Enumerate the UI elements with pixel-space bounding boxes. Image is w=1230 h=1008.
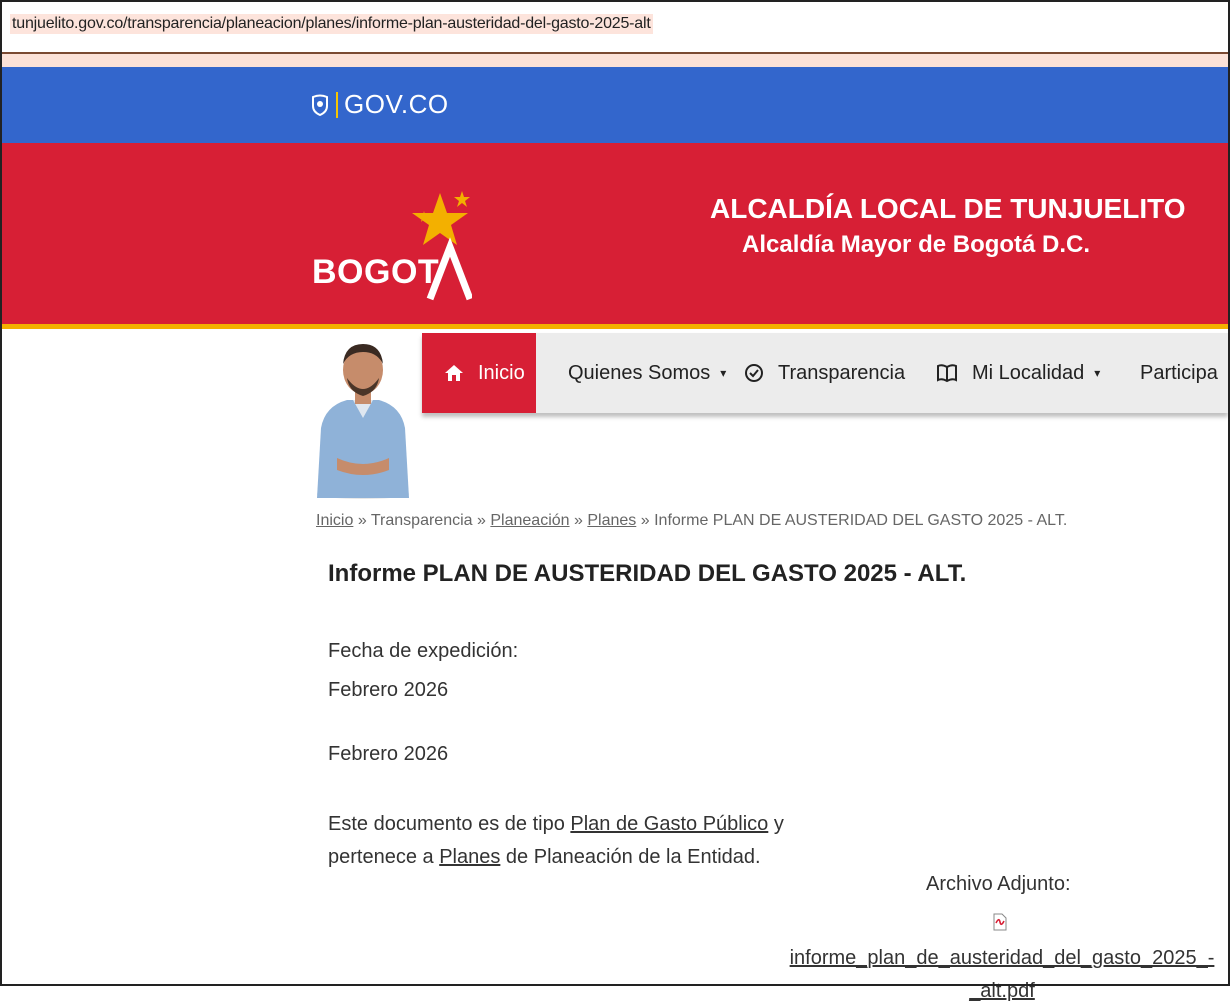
chevron-down-icon: ▾ <box>720 366 727 380</box>
nav-item-participa[interactable]: Participa <box>1140 333 1218 413</box>
breadcrumb-link-inicio[interactable]: Inicio <box>316 512 353 529</box>
breadcrumb-link-planeacion[interactable]: Planeación <box>490 512 569 529</box>
browser-address-bar[interactable]: tunjuelito.gov.co/transparencia/planeaci… <box>2 2 1228 55</box>
nav-label: Participa <box>1140 361 1218 384</box>
breadcrumb-separator: » <box>640 512 650 529</box>
govco-bar: GOV.CO <box>2 54 1228 143</box>
attachment-link-wrapper: informe_plan_de_austeridad_del_gasto_202… <box>786 906 1218 1008</box>
check-circle-icon <box>744 363 764 383</box>
site-subtitle: Alcaldía Mayor de Bogotá D.C. <box>742 231 1091 258</box>
site-title: ALCALDÍA LOCAL DE TUNJUELITO <box>710 193 1186 224</box>
attachment-label: Archivo Adjunto: <box>926 873 1071 895</box>
sign-language-interpreter[interactable] <box>307 338 419 500</box>
url-text[interactable]: tunjuelito.gov.co/transparencia/planeaci… <box>10 14 653 34</box>
bogota-logo[interactable]: BOGOT <box>312 253 439 292</box>
colombia-shield-icon <box>310 94 330 116</box>
header-gold-line <box>2 324 1228 329</box>
nav-item-inicio[interactable]: Inicio <box>422 333 536 413</box>
nav-item-quienes-somos[interactable]: Quienes Somos ▾ <box>568 333 726 413</box>
nav-label: Mi Localidad <box>972 361 1085 384</box>
desc-suffix: de Planeación de la Entidad. <box>505 846 761 868</box>
nav-item-mi-localidad[interactable]: Mi Localidad ▾ <box>936 333 1100 413</box>
breadcrumb: Inicio » Transparencia » Planeación » Pl… <box>316 512 1067 530</box>
home-icon <box>444 364 464 382</box>
book-icon <box>936 363 958 383</box>
page-title: Informe PLAN DE AUSTERIDAD DEL GASTO 202… <box>328 560 967 587</box>
document-description: Este documento es de tipo Plan de Gasto … <box>328 808 798 874</box>
fecha-label: Fecha de expedición: <box>328 640 519 662</box>
govco-top-strip <box>2 54 1228 67</box>
site-header: BOGOT ALCALDÍA LOCAL DE TUNJUELITO Alcal… <box>2 143 1228 329</box>
breadcrumb-link-planes[interactable]: Planes <box>587 512 636 529</box>
nav-item-transparencia[interactable]: Transparencia <box>744 333 905 413</box>
fecha-value: Febrero 2026 <box>328 679 449 701</box>
breadcrumb-separator: » <box>357 512 367 529</box>
nav-label: Transparencia <box>778 361 906 384</box>
govco-text: GOV.CO <box>344 89 449 119</box>
breadcrumb-item-transparencia: Transparencia <box>370 512 473 529</box>
breadcrumb-separator: » <box>477 512 486 529</box>
nav-label: Quienes Somos <box>568 361 711 384</box>
chevron-down-icon: ▾ <box>1094 366 1101 380</box>
breadcrumb-separator: » <box>574 512 583 529</box>
fecha-value-repeat: Febrero 2026 <box>328 743 449 765</box>
planes-link[interactable]: Planes <box>439 846 500 868</box>
desc-prefix: Este documento es de tipo <box>328 813 565 835</box>
attachment-download-link[interactable]: informe_plan_de_austeridad_del_gasto_202… <box>790 947 1215 1002</box>
pdf-file-icon <box>992 909 1008 942</box>
govco-logo[interactable]: GOV.CO <box>310 89 449 120</box>
breadcrumb-current: Informe PLAN DE AUSTERIDAD DEL GASTO 202… <box>654 512 1068 529</box>
document-type-link[interactable]: Plan de Gasto Público <box>570 813 768 835</box>
govco-separator <box>336 91 338 118</box>
nav-label: Inicio <box>478 361 525 384</box>
main-navigation: Inicio Quienes Somos ▾ Transparencia Mi … <box>422 333 1228 413</box>
